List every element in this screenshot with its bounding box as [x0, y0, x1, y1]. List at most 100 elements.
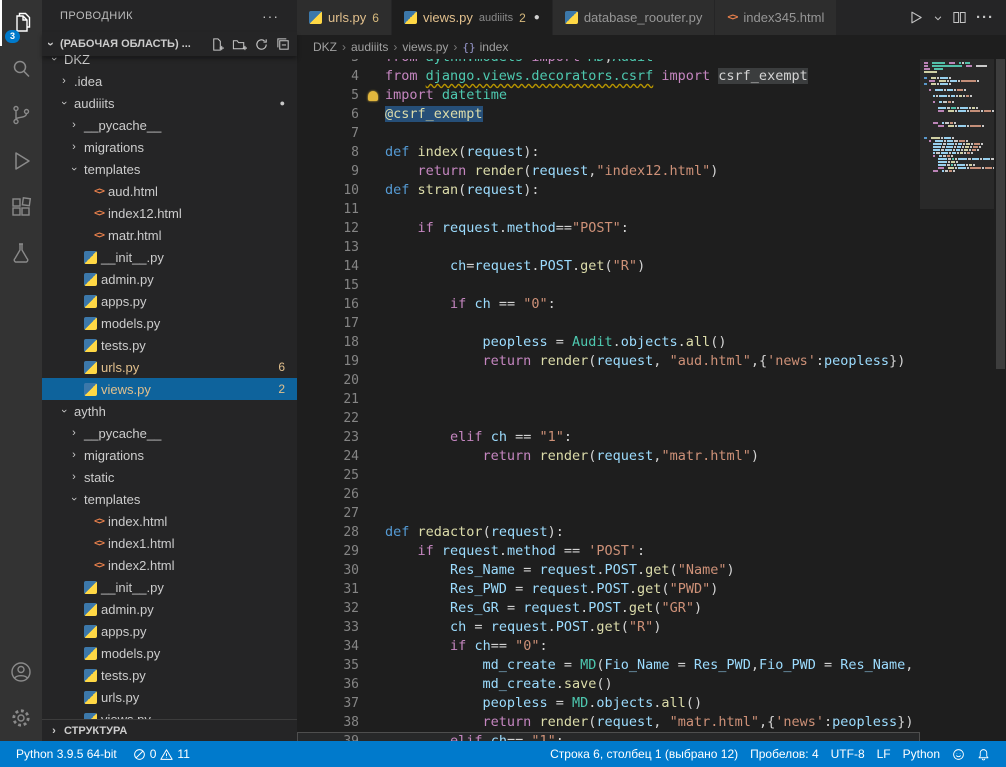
- code-line-27[interactable]: 27: [297, 504, 920, 523]
- code-line-9[interactable]: 9 return render(request,"index12.html"): [297, 162, 920, 181]
- extensions-icon[interactable]: [0, 184, 42, 230]
- tab-index345.html[interactable]: <>index345.html: [715, 0, 837, 35]
- source-control-icon[interactable]: [0, 92, 42, 138]
- code-line-6[interactable]: 6@csrf_exempt: [297, 105, 920, 124]
- code-line-31[interactable]: 31 Res_PWD = request.POST.get("PWD"): [297, 580, 920, 599]
- tree-file-apps.py[interactable]: apps.py: [42, 620, 297, 642]
- tab-database_roouter.py[interactable]: database_roouter.py: [553, 0, 716, 35]
- breadcrumb-DKZ[interactable]: DKZ: [313, 40, 337, 54]
- code-line-16[interactable]: 16 if ch == "0":: [297, 295, 920, 314]
- tree-folder-static[interactable]: ›static: [42, 466, 297, 488]
- lightbulb-icon[interactable]: [368, 91, 378, 101]
- code-line-8[interactable]: 8def index(request):: [297, 143, 920, 162]
- tree-folder-templates[interactable]: ›templates: [42, 488, 297, 510]
- editor-more-actions-icon[interactable]: ···: [976, 9, 994, 26]
- code-line-37[interactable]: 37 peopless = MD.objects.all(): [297, 694, 920, 713]
- tree-file-index.html[interactable]: <>index.html: [42, 510, 297, 532]
- tab-urls.py[interactable]: urls.py6: [297, 0, 392, 35]
- breadcrumb-audiiits[interactable]: audiiits: [351, 40, 388, 54]
- code-line-29[interactable]: 29 if request.method == 'POST':: [297, 542, 920, 561]
- tree-file-admin.py[interactable]: admin.py: [42, 268, 297, 290]
- scrollbar-thumb[interactable]: [996, 59, 1005, 369]
- code-line-13[interactable]: 13: [297, 238, 920, 257]
- code-line-7[interactable]: 7: [297, 124, 920, 143]
- tree-file-index1.html[interactable]: <>index1.html: [42, 532, 297, 554]
- tree-file-index2.html[interactable]: <>index2.html: [42, 554, 297, 576]
- encoding-status[interactable]: UTF-8: [825, 747, 871, 761]
- code-line-32[interactable]: 32 Res_GR = request.POST.get("GR"): [297, 599, 920, 618]
- code-line-15[interactable]: 15: [297, 276, 920, 295]
- tree-folder-aythh[interactable]: ›aythh: [42, 400, 297, 422]
- code-line-11[interactable]: 11: [297, 200, 920, 219]
- code-line-5[interactable]: 5import datetime: [297, 86, 920, 105]
- collapse-all-icon[interactable]: [276, 37, 291, 52]
- code-line-38[interactable]: 38 return render(request, "matr.html",{'…: [297, 713, 920, 732]
- outline-section-header[interactable]: › СТРУКТУРА: [42, 719, 297, 741]
- workspace-section-header[interactable]: › (РАБОЧАЯ ОБЛАСТЬ) ...: [42, 32, 297, 56]
- indentation-status[interactable]: Пробелов: 4: [744, 747, 825, 761]
- tab-views.py[interactable]: views.pyaudiiits2●: [392, 0, 553, 35]
- tree-file-__init__.py[interactable]: __init__.py: [42, 246, 297, 268]
- feedback-smiley-icon[interactable]: [946, 748, 971, 761]
- tree-file-matr.html[interactable]: <>matr.html: [42, 224, 297, 246]
- testing-icon[interactable]: [0, 230, 42, 276]
- new-file-icon[interactable]: [210, 37, 225, 52]
- code-line-35[interactable]: 35 md_create = MD(Fio_Name = Res_PWD,Fio…: [297, 656, 920, 675]
- tree-folder-migrations[interactable]: ›migrations: [42, 136, 297, 158]
- run-dropdown-chevron-icon[interactable]: [933, 13, 943, 23]
- explorer-icon[interactable]: 3: [0, 0, 42, 46]
- tree-file-index12.html[interactable]: <>index12.html: [42, 202, 297, 224]
- code-line-36[interactable]: 36 md_create.save(): [297, 675, 920, 694]
- tree-file-tests.py[interactable]: tests.py: [42, 664, 297, 686]
- tree-folder-templates[interactable]: ›templates: [42, 158, 297, 180]
- split-editor-icon[interactable]: [952, 10, 967, 25]
- new-folder-icon[interactable]: [232, 37, 247, 52]
- code-line-18[interactable]: 18 peopless = Audit.objects.all(): [297, 333, 920, 352]
- python-interpreter-status[interactable]: Python 3.9.5 64-bit: [10, 741, 123, 767]
- account-icon[interactable]: [0, 649, 42, 695]
- code-line-30[interactable]: 30 Res_Name = request.POST.get("Name"): [297, 561, 920, 580]
- tree-folder-.idea[interactable]: ›.idea: [42, 70, 297, 92]
- tree-file-tests.py[interactable]: tests.py: [42, 334, 297, 356]
- code-line-10[interactable]: 10def stran(request):: [297, 181, 920, 200]
- tree-file-models.py[interactable]: models.py: [42, 312, 297, 334]
- code-area[interactable]: 3from aythh.models import MD,Audit4from …: [297, 59, 920, 741]
- tree-file-__init__.py[interactable]: __init__.py: [42, 576, 297, 598]
- editor-scrollbar[interactable]: [994, 59, 1006, 741]
- code-line-17[interactable]: 17: [297, 314, 920, 333]
- problems-status[interactable]: 0 11: [127, 741, 196, 767]
- code-line-22[interactable]: 22: [297, 409, 920, 428]
- code-line-23[interactable]: 23 elif ch == "1":: [297, 428, 920, 447]
- breadcrumb-index[interactable]: {}index: [462, 40, 508, 54]
- breadcrumb-views.py[interactable]: views.py: [402, 40, 448, 54]
- run-python-file-icon[interactable]: [907, 9, 924, 26]
- tree-folder-audiiits[interactable]: ›audiiits●: [42, 92, 297, 114]
- refresh-icon[interactable]: [254, 37, 269, 52]
- tree-file-aud.html[interactable]: <>aud.html: [42, 180, 297, 202]
- tree-file-urls.py[interactable]: urls.py6: [42, 356, 297, 378]
- code-line-39[interactable]: 39 elif ch== "1":: [297, 732, 920, 741]
- code-line-26[interactable]: 26: [297, 485, 920, 504]
- code-line-25[interactable]: 25: [297, 466, 920, 485]
- code-line-24[interactable]: 24 return render(request,"matr.html"): [297, 447, 920, 466]
- tree-folder-__pycache__[interactable]: ›__pycache__: [42, 114, 297, 136]
- code-line-12[interactable]: 12 if request.method=="POST":: [297, 219, 920, 238]
- minimap[interactable]: [920, 59, 994, 741]
- language-mode-status[interactable]: Python: [897, 747, 946, 761]
- tree-folder-__pycache__[interactable]: ›__pycache__: [42, 422, 297, 444]
- search-icon[interactable]: [0, 46, 42, 92]
- explorer-more-actions-icon[interactable]: ···: [262, 8, 279, 24]
- minimap-slider[interactable]: [920, 59, 994, 209]
- code-line-33[interactable]: 33 ch = request.POST.get("R"): [297, 618, 920, 637]
- tree-file-admin.py[interactable]: admin.py: [42, 598, 297, 620]
- code-line-14[interactable]: 14 ch=request.POST.get("R"): [297, 257, 920, 276]
- run-debug-icon[interactable]: [0, 138, 42, 184]
- code-line-34[interactable]: 34 if ch== "0":: [297, 637, 920, 656]
- eol-status[interactable]: LF: [871, 747, 897, 761]
- settings-gear-icon[interactable]: [0, 695, 42, 741]
- tree-file-urls.py[interactable]: urls.py: [42, 686, 297, 708]
- code-line-19[interactable]: 19 return render(request, "aud.html",{'n…: [297, 352, 920, 371]
- code-line-21[interactable]: 21: [297, 390, 920, 409]
- code-line-4[interactable]: 4from django.views.decorators.csrf impor…: [297, 67, 920, 86]
- code-line-28[interactable]: 28def redactor(request):: [297, 523, 920, 542]
